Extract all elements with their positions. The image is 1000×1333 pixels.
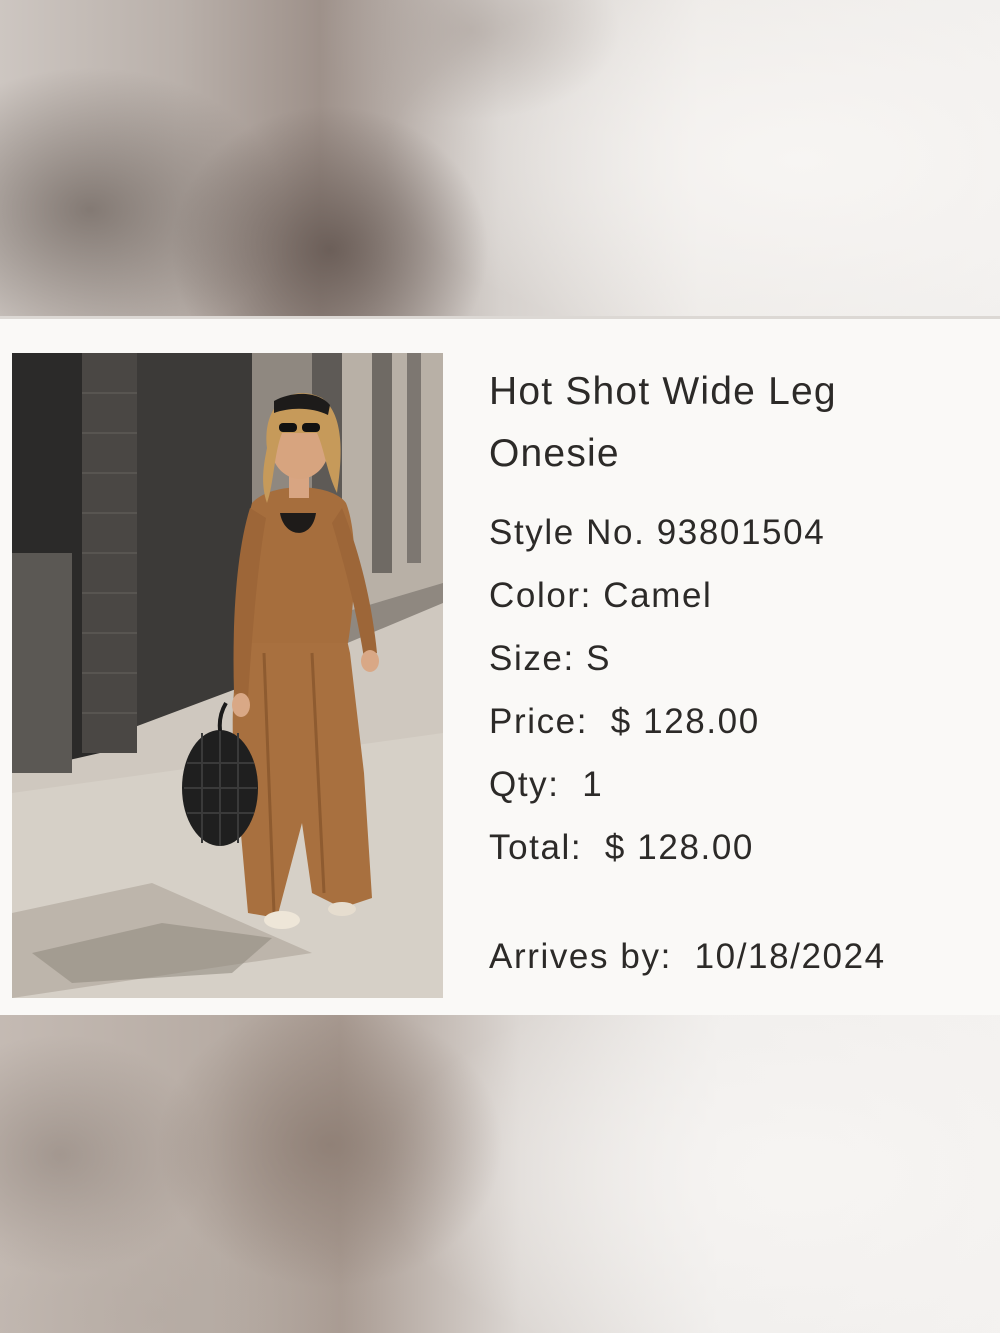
total-row: Total: $ 128.00 — [489, 828, 754, 868]
blurred-backdrop-bottom — [0, 1015, 1000, 1333]
price-value: $ 128.00 — [610, 702, 760, 741]
total-value: $ 128.00 — [604, 828, 754, 867]
size-row: Size: S — [489, 639, 611, 679]
price-label: Price: — [489, 702, 589, 741]
product-photo — [12, 353, 443, 998]
color-value: Camel — [603, 576, 713, 615]
arrival-date-label: Arrives by: — [489, 937, 672, 976]
blurred-backdrop-top — [0, 0, 1000, 318]
color-label: Color: — [489, 576, 592, 615]
size-label: Size: — [489, 639, 575, 678]
quantity-label: Qty: — [489, 765, 560, 804]
price-row: Price: $ 128.00 — [489, 702, 760, 742]
style-number-value: 93801504 — [656, 513, 826, 552]
product-details: Hot Shot Wide Leg Onesie Style No. 93801… — [489, 361, 989, 976]
quantity-row: Qty: 1 — [489, 765, 603, 805]
style-number-row: Style No. 93801504 — [489, 513, 825, 553]
total-label: Total: — [489, 828, 583, 867]
size-value: S — [586, 639, 612, 678]
color-row: Color: Camel — [489, 576, 712, 616]
style-number-label: Style No. — [489, 513, 646, 552]
product-title: Hot Shot Wide Leg Onesie — [489, 370, 837, 475]
arrival-date-value: 10/18/2024 — [694, 937, 886, 976]
order-item-card: Hot Shot Wide Leg Onesie Style No. 93801… — [0, 319, 1000, 1015]
arrival-date-row: Arrives by: 10/18/2024 — [489, 937, 886, 977]
quantity-value: 1 — [582, 765, 604, 804]
